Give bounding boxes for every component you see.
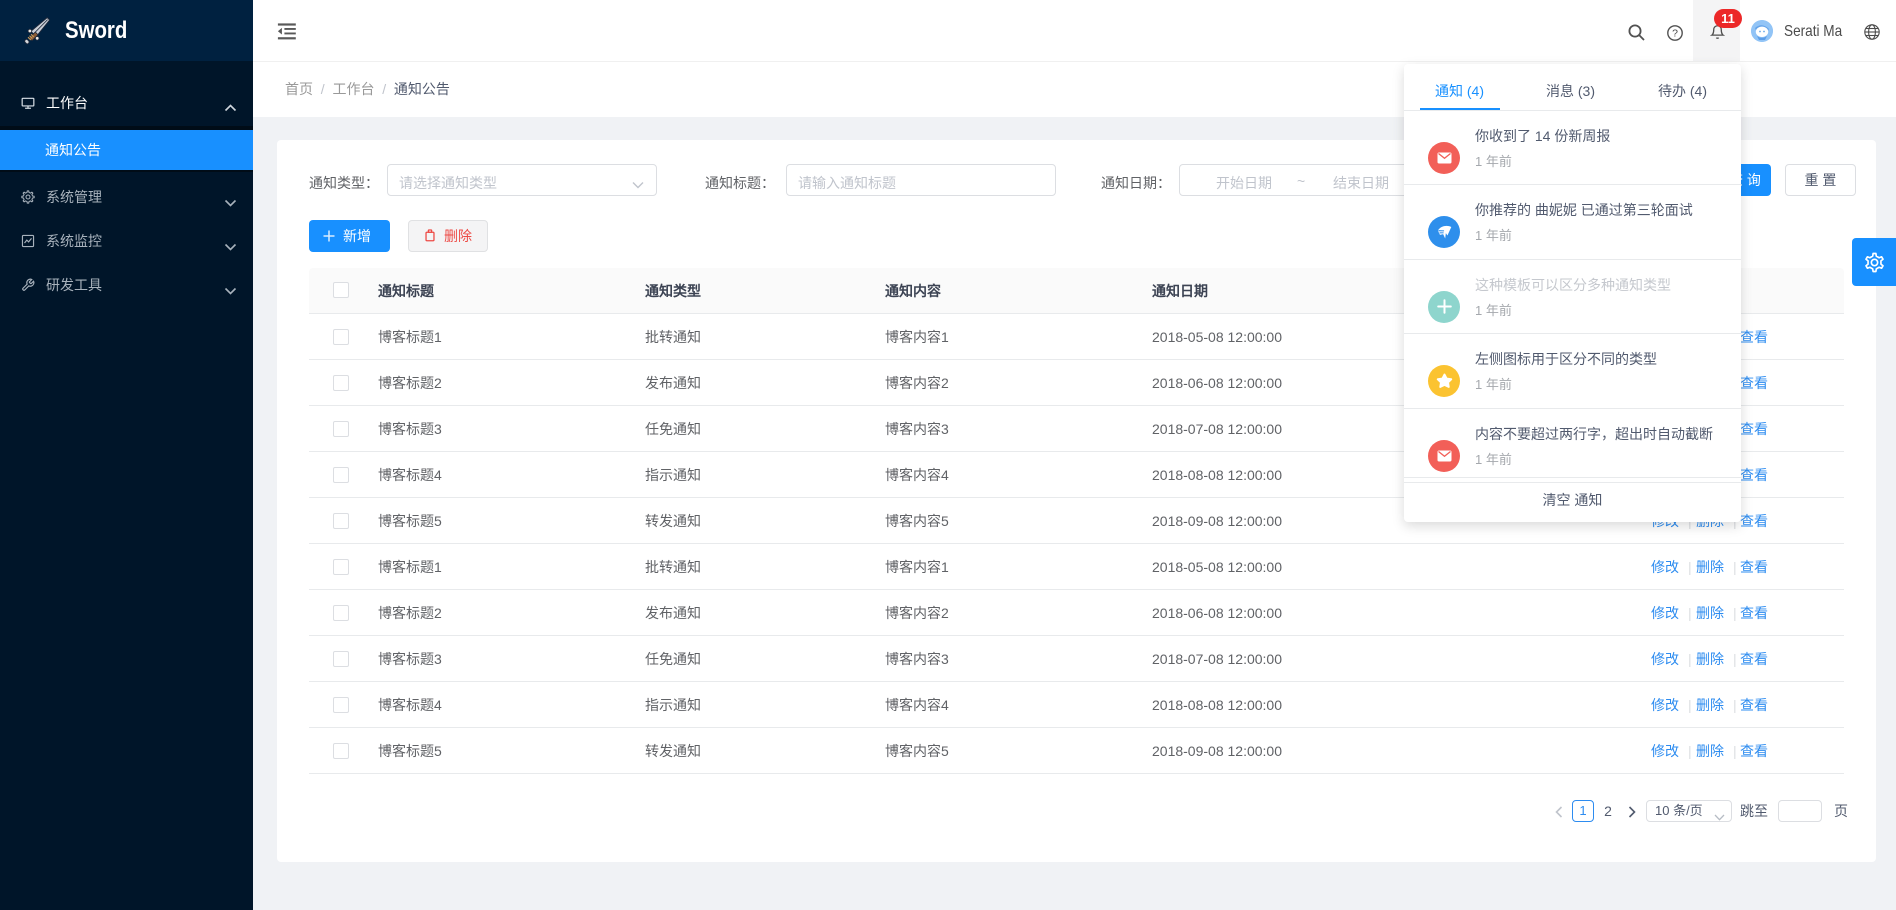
svg-text:?: ? xyxy=(1672,28,1678,40)
